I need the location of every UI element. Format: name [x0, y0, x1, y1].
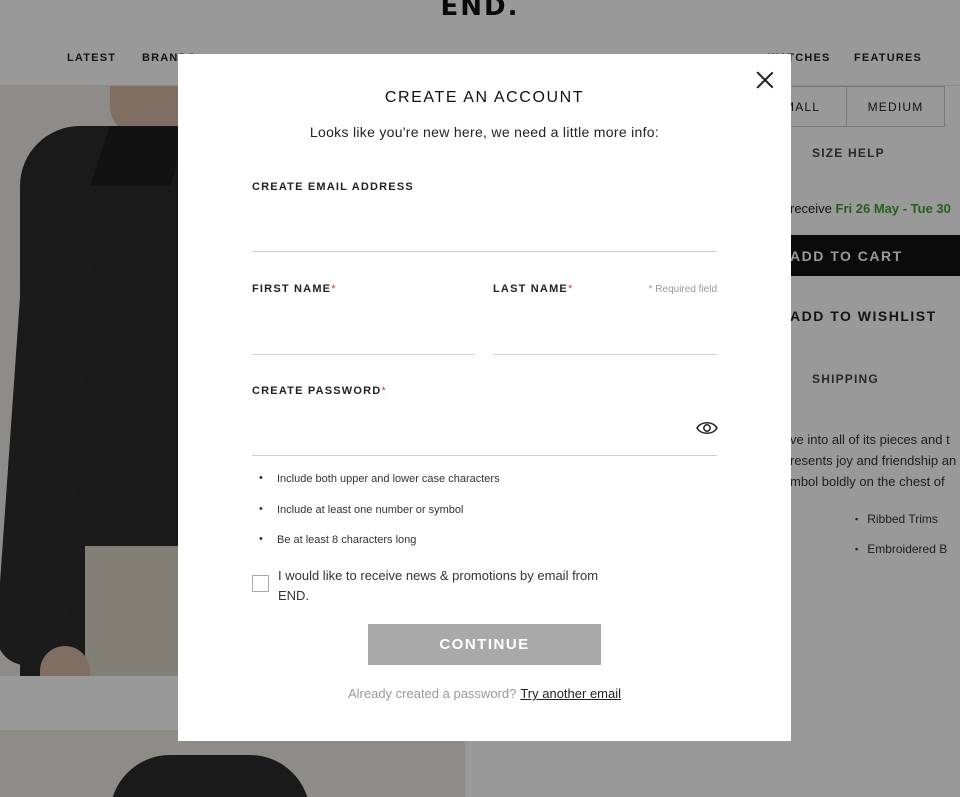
- newsletter-checkbox[interactable]: [252, 575, 269, 592]
- password-label-text: CREATE PASSWORD: [252, 385, 382, 397]
- password-label: CREATE PASSWORD*: [252, 385, 387, 397]
- last-name-field[interactable]: [493, 327, 717, 355]
- create-account-modal: CREATE AN ACCOUNT Looks like you're new …: [178, 54, 791, 741]
- try-another-email-link[interactable]: Try another email: [520, 686, 621, 701]
- last-name-label-text: LAST NAME: [493, 283, 568, 295]
- required-marker: *: [567, 283, 574, 295]
- email-field[interactable]: [252, 224, 717, 252]
- last-name-label: LAST NAME*: [493, 283, 573, 295]
- email-label: CREATE EMAIL ADDRESS: [252, 181, 414, 193]
- first-name-field[interactable]: [252, 327, 475, 355]
- password-field[interactable]: [252, 428, 717, 456]
- continue-label: CONTINUE: [439, 636, 530, 653]
- first-name-label-text: FIRST NAME: [252, 283, 332, 295]
- required-marker: *: [381, 385, 387, 397]
- already-created-label: Already created a password?: [347, 686, 517, 701]
- already-created-text: Already created a password? Try another e…: [178, 686, 791, 701]
- required-marker: *: [331, 283, 337, 295]
- required-field-note: * Required field: [648, 284, 717, 295]
- eye-icon[interactable]: [696, 418, 718, 438]
- close-icon[interactable]: [755, 70, 775, 90]
- password-rule: Include both upper and lower case charac…: [259, 472, 500, 485]
- modal-title: CREATE AN ACCOUNT: [384, 89, 585, 106]
- continue-button[interactable]: CONTINUE: [368, 624, 601, 665]
- password-rule: Include at least one number or symbol: [259, 503, 464, 516]
- newsletter-label[interactable]: I would like to receive news & promotion…: [278, 566, 618, 606]
- first-name-label: FIRST NAME*: [252, 283, 337, 295]
- password-rule: Be at least 8 characters long: [259, 533, 416, 546]
- modal-subtitle: Looks like you're new here, we need a li…: [309, 124, 660, 140]
